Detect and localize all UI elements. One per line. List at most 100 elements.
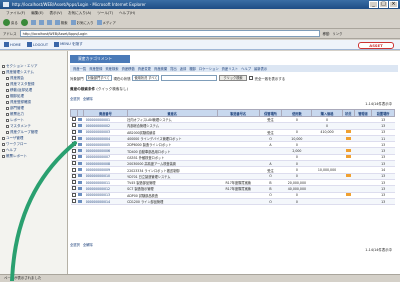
menu-hide-link[interactable]: MENU を隠す xyxy=(54,42,83,47)
maximize-button[interactable]: □ xyxy=(379,1,388,8)
column-header[interactable]: 資産名 xyxy=(126,109,218,117)
record-icon[interactable] xyxy=(78,149,83,153)
status-select[interactable]: 使用状況 すべて xyxy=(132,75,160,81)
row-checkbox[interactable] xyxy=(71,142,76,147)
links-button[interactable]: リンク xyxy=(332,31,342,36)
tree-node-icon xyxy=(6,94,9,98)
tab[interactable]: 資産一覧 xyxy=(73,66,86,71)
menu-help[interactable]: ヘルプ(H) xyxy=(119,9,135,17)
go-button[interactable]: 移動 xyxy=(323,31,330,36)
tree-node-icon xyxy=(6,118,9,122)
column-header[interactable]: 設置場所 xyxy=(371,109,395,117)
record-icon[interactable] xyxy=(78,117,83,121)
tab[interactable]: 資産検索 xyxy=(105,66,118,71)
help-link[interactable]: ヘルプ xyxy=(241,66,251,71)
reset-link[interactable]: 最新表示 xyxy=(254,66,267,71)
row-checkbox[interactable] xyxy=(71,129,76,134)
deselect-all-link[interactable]: 全解除 xyxy=(83,96,93,101)
record-icon[interactable] xyxy=(78,186,83,190)
menu-edit[interactable]: 編集(E) xyxy=(31,9,43,17)
tab[interactable]: 資産リスト xyxy=(222,66,238,71)
row-checkbox[interactable] xyxy=(71,173,76,178)
menu-favorites[interactable]: お気に入り(A) xyxy=(68,9,91,17)
tab[interactable]: 資産移動 xyxy=(122,66,135,71)
row-checkbox[interactable] xyxy=(71,192,76,197)
tab[interactable]: 資産登録 xyxy=(89,66,102,71)
section-subtitle: (クイック検索なし) xyxy=(96,87,128,91)
row-checkbox[interactable] xyxy=(71,199,76,203)
row-checkbox[interactable] xyxy=(71,117,76,122)
close-button[interactable]: × xyxy=(389,1,398,8)
address-input[interactable]: http://localhost/WEB/Asset/Apps/Login xyxy=(19,30,320,37)
home-link[interactable]: HOME xyxy=(4,42,21,47)
menu-file[interactable]: ファイル(F) xyxy=(6,9,25,17)
record-icon[interactable] xyxy=(78,180,83,184)
search-submit-button[interactable]: クリック検索 xyxy=(219,75,247,81)
tab[interactable]: 返却 xyxy=(180,66,187,71)
search-row: 対象部門 対象部門すべて 現在の状態 使用状況 すべて クリック検索 完全一致を… xyxy=(70,74,398,82)
tab[interactable]: 資産変更 xyxy=(138,66,151,71)
menu-view[interactable]: 表示(V) xyxy=(50,9,62,17)
back-label: 戻る xyxy=(11,21,18,25)
select-all-link[interactable]: 全選択 xyxy=(70,96,80,101)
result-count-bottom: 1-14/14件表示中 xyxy=(365,248,392,252)
media-button[interactable]: メディア xyxy=(96,20,116,25)
record-icon[interactable] xyxy=(78,174,83,178)
record-icon[interactable] xyxy=(78,161,83,165)
sidebar-item[interactable]: 帳票レポート xyxy=(2,153,67,159)
column-header[interactable] xyxy=(76,109,85,117)
home-icon xyxy=(4,42,9,47)
favorites-button[interactable]: お気に入り xyxy=(70,20,94,25)
menu-tools[interactable]: ツール(T) xyxy=(97,9,113,17)
record-icon[interactable] xyxy=(78,155,83,159)
row-checkbox[interactable] xyxy=(71,136,76,141)
row-checkbox[interactable] xyxy=(71,123,76,128)
asset-id[interactable]: 000000000014 xyxy=(83,198,128,206)
tab[interactable]: 資産廃棄 xyxy=(154,66,167,71)
media-label: メディア xyxy=(102,21,116,25)
column-header[interactable]: 状況 xyxy=(341,109,355,117)
column-header[interactable]: 資産番号 xyxy=(83,109,128,117)
record-icon[interactable] xyxy=(78,123,83,127)
forward-button[interactable] xyxy=(20,19,28,26)
tab[interactable]: 棚卸 xyxy=(189,66,196,71)
main-content: 資産カテゴリメント 資産一覧 資産登録 資産検索 資産移動 資産変更 資産廃棄 貸出 返却 棚卸… xyxy=(68,51,400,281)
dept-select[interactable]: 対象部門すべて xyxy=(85,75,112,81)
record-icon[interactable] xyxy=(78,168,83,172)
refresh-button[interactable] xyxy=(38,20,44,25)
tab[interactable]: 貸出 xyxy=(170,66,177,71)
home-button[interactable] xyxy=(46,20,52,25)
back-button[interactable]: 戻る xyxy=(3,19,18,26)
column-header[interactable]: 管理者 xyxy=(353,109,373,117)
row-checkbox[interactable] xyxy=(71,148,76,153)
record-icon[interactable] xyxy=(78,193,83,197)
row-checkbox[interactable] xyxy=(71,154,76,159)
status-flag xyxy=(342,198,355,206)
exact-match-checkbox[interactable] xyxy=(248,76,253,80)
column-header[interactable]: 使用数 xyxy=(281,109,313,117)
address-bar: アドレス http://localhost/WEB/Asset/Apps/Log… xyxy=(0,29,400,39)
column-header[interactable]: 購入価格 xyxy=(311,109,343,117)
column-header[interactable]: 保管場所 xyxy=(258,109,283,117)
tab-bar: 資産一覧 資産登録 資産検索 資産移動 資産変更 資産廃棄 貸出 返却 棚卸 ロケーション 資産リス… xyxy=(70,65,398,72)
column-header[interactable] xyxy=(70,109,78,117)
record-icon[interactable] xyxy=(78,136,83,140)
search-button[interactable]: 検索 xyxy=(54,20,68,25)
stop-button[interactable] xyxy=(30,20,36,25)
row-checkbox[interactable] xyxy=(71,167,76,172)
row-checkbox[interactable] xyxy=(71,180,76,185)
deselect-all-link-bottom[interactable]: 全解除 xyxy=(83,242,93,247)
select-all-link-bottom[interactable]: 全選択 xyxy=(70,242,80,247)
column-header[interactable]: 製造番号名 xyxy=(216,109,260,117)
record-icon[interactable] xyxy=(78,130,83,134)
row-checkbox[interactable] xyxy=(71,186,76,191)
table-row[interactable]: 000000000014 CD1200 ライン部品管理 O 0 13 xyxy=(70,198,395,206)
tree-node-icon xyxy=(6,130,9,134)
tab[interactable]: ロケーション xyxy=(199,66,219,71)
row-checkbox[interactable] xyxy=(71,161,76,166)
keyword-input[interactable] xyxy=(161,75,218,81)
logout-link[interactable]: LOGOUT xyxy=(26,42,48,47)
record-icon[interactable] xyxy=(78,142,83,146)
record-icon[interactable] xyxy=(78,199,83,203)
minimize-button[interactable]: _ xyxy=(369,1,378,8)
